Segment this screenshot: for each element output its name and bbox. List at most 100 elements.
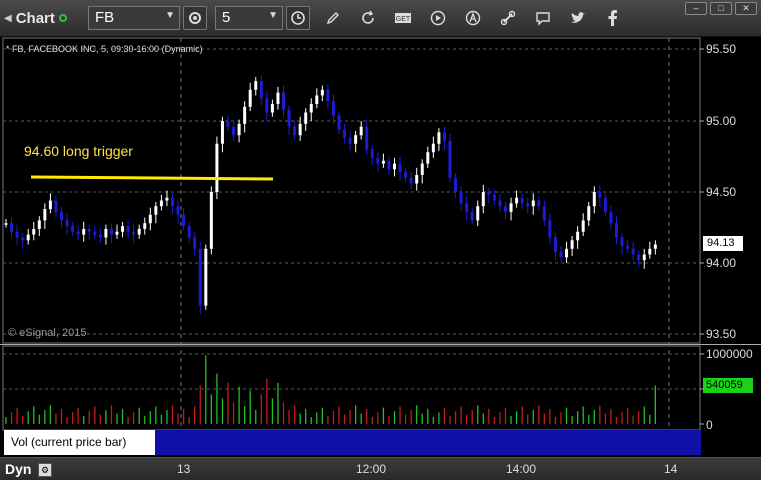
- volume-study-label[interactable]: Vol (current price bar): [4, 430, 155, 455]
- candle-body: [365, 126, 369, 150]
- candle-body: [254, 81, 258, 90]
- candle-body: [548, 220, 552, 238]
- candle-body: [298, 123, 302, 136]
- candle-body: [481, 192, 485, 207]
- candle-body: [309, 103, 313, 113]
- candle-body: [98, 234, 102, 238]
- candle-body: [581, 220, 585, 232]
- candle-body: [243, 106, 247, 124]
- candle-body: [598, 192, 602, 198]
- time-label-13: 13: [177, 462, 191, 476]
- candle-body: [553, 237, 557, 252]
- trigger-annotation: 94.60 long trigger: [24, 143, 133, 159]
- price-volume-chart[interactable]: [0, 0, 761, 457]
- candle-body: [559, 251, 563, 258]
- candle-body: [653, 244, 657, 249]
- candle-body: [71, 226, 75, 232]
- candle-body: [171, 197, 174, 207]
- candle-body: [393, 163, 396, 170]
- candle-body: [420, 163, 424, 175]
- candle-body: [498, 200, 502, 207]
- candle-body: [109, 228, 113, 235]
- candle-body: [331, 101, 335, 116]
- time-axis[interactable]: Dyn ⚙ 13 12:00 14:00 14: [0, 457, 761, 480]
- candle-body: [104, 228, 108, 238]
- candle-body: [442, 132, 446, 141]
- study-bar: [155, 430, 701, 455]
- candle-body: [315, 95, 319, 104]
- candle-body: [542, 206, 546, 221]
- candle-body: [320, 89, 324, 96]
- candle-body: [526, 203, 530, 207]
- price-label-94-00: 94.00: [706, 256, 737, 270]
- time-label-12-00: 12:00: [356, 462, 387, 476]
- candle-body: [115, 231, 119, 235]
- candle-body: [531, 200, 535, 207]
- candle-body: [631, 248, 635, 255]
- dynamic-mode-label[interactable]: Dyn: [5, 461, 31, 477]
- candle-body: [520, 197, 524, 204]
- candle-body: [287, 109, 291, 127]
- candle-body: [376, 157, 380, 164]
- candle-body: [576, 231, 580, 241]
- candle-body: [65, 220, 69, 227]
- candle-body: [187, 226, 191, 238]
- candle-body: [337, 115, 341, 130]
- candle-body: [4, 223, 8, 225]
- candle-body: [21, 237, 25, 241]
- candle-body: [37, 220, 41, 229]
- close-study-icon[interactable]: ×: [143, 430, 149, 442]
- candle-body: [470, 211, 474, 221]
- candle-body: [398, 163, 402, 173]
- candle-body: [426, 152, 430, 164]
- candle-body: [176, 206, 180, 215]
- chart-title: * FB, FACEBOOK INC, 5, 09:30-16:00 (Dyna…: [6, 44, 203, 54]
- candle-body: [387, 160, 391, 170]
- candle-body: [60, 211, 63, 221]
- candle-body: [220, 121, 224, 144]
- candle-body: [437, 132, 441, 144]
- candle-body: [615, 223, 618, 238]
- candle-body: [642, 254, 646, 261]
- candle-body: [537, 200, 541, 207]
- candle-body: [587, 206, 591, 221]
- candle-body: [121, 226, 125, 232]
- volume-label-max: 1000000: [706, 347, 753, 361]
- price-label-94-50: 94.50: [706, 185, 737, 199]
- candle-body: [409, 177, 413, 184]
- candle-body: [32, 228, 36, 235]
- candle-body: [326, 89, 330, 102]
- candle-body: [182, 214, 186, 227]
- current-price-marker: 94.13: [703, 236, 743, 251]
- candle-body: [609, 211, 613, 224]
- current-volume-marker: 540059: [703, 378, 753, 393]
- candle-body: [570, 240, 574, 249]
- candle-body: [293, 126, 297, 136]
- dynamic-settings-icon[interactable]: ⚙: [38, 463, 52, 477]
- candle-body: [343, 129, 347, 139]
- candle-body: [465, 203, 469, 212]
- copyright-text: © eSignal, 2015: [8, 327, 87, 339]
- candle-body: [43, 209, 47, 221]
- candle-body: [431, 143, 435, 153]
- candle-body: [454, 177, 458, 192]
- candle-body: [304, 112, 308, 124]
- candle-body: [165, 197, 169, 201]
- candle-body: [359, 126, 363, 136]
- candle-body: [82, 228, 86, 235]
- volume-label-zero: 0: [706, 418, 713, 432]
- candle-body: [459, 192, 463, 204]
- candle-body: [154, 206, 158, 215]
- candle-body: [603, 197, 607, 212]
- candle-body: [87, 228, 91, 232]
- candle-body: [381, 160, 385, 164]
- candle-body: [76, 231, 80, 235]
- candle-body: [626, 245, 630, 249]
- candle-body: [159, 200, 163, 207]
- candle-body: [137, 228, 141, 235]
- candle-body: [592, 192, 596, 207]
- candle-body: [476, 206, 480, 221]
- candle-body: [10, 223, 14, 232]
- candle-body: [126, 226, 130, 232]
- candle-body: [354, 135, 358, 144]
